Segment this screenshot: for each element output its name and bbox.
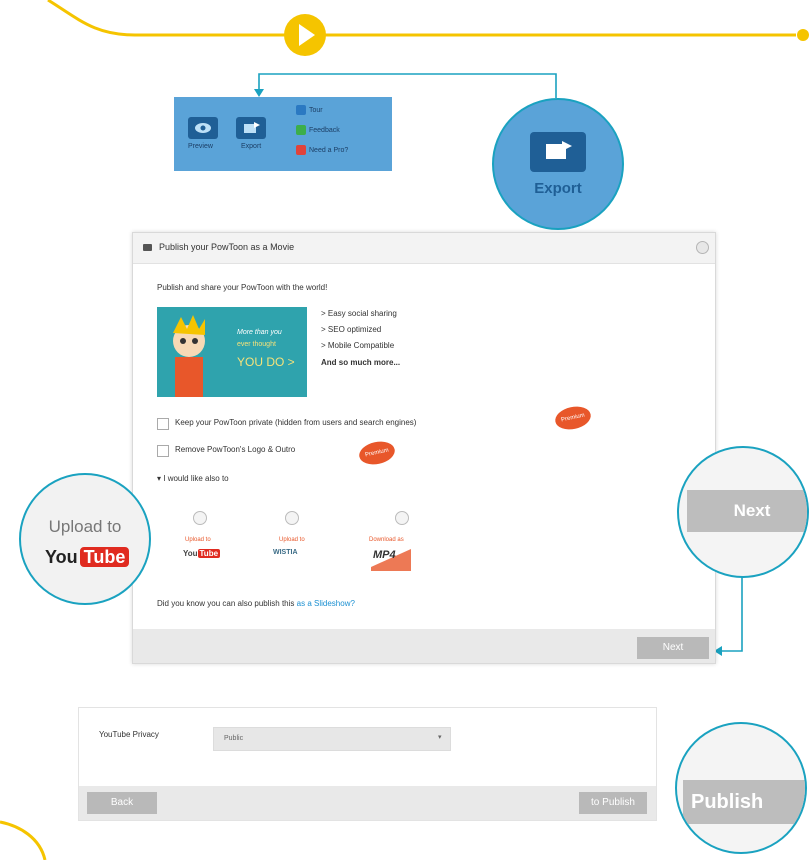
privacy-label: YouTube Privacy — [99, 730, 159, 739]
slideshow-prompt: Did you know you can also publish this a… — [157, 599, 355, 608]
privacy-selected-value: Public — [224, 735, 244, 742]
publish-dialog: Publish your PowToon as a Movie Publish … — [132, 232, 716, 664]
preview-label: Preview — [188, 143, 213, 150]
export-connector — [258, 73, 557, 98]
logo-checkbox[interactable] — [157, 445, 169, 457]
yellow-end-dot — [797, 29, 809, 41]
export-label: Export — [241, 143, 262, 150]
tour-link[interactable]: Tour — [296, 105, 323, 115]
upload-zoom-caption: Upload to — [48, 517, 122, 536]
export-button[interactable] — [236, 117, 266, 139]
dialog-footer: Next — [133, 629, 715, 663]
also-toggle[interactable]: ▾ I would like also to — [157, 474, 229, 483]
tour-icon — [296, 105, 306, 115]
promo-line-3: YOU DO > — [237, 355, 295, 369]
next-connector — [720, 573, 743, 652]
back-button[interactable]: Back — [87, 792, 157, 814]
export-zoom-label: Export — [534, 180, 582, 197]
next-button[interactable]: Next — [637, 637, 709, 659]
export-zoom-button[interactable] — [530, 132, 586, 172]
slideshow-link[interactable]: as a Slideshow? — [297, 599, 355, 608]
wistia-logo: WISTIA — [273, 549, 298, 556]
private-option-label: Keep your PowToon private (hidden from u… — [175, 418, 417, 427]
next-zoom-button[interactable]: Next — [687, 490, 807, 532]
select-arrow-icon: ▾ — [438, 734, 442, 741]
youtube-radio[interactable] — [193, 511, 207, 525]
youtube-caption: Upload to — [185, 537, 211, 543]
export-icon — [546, 141, 572, 159]
premium-badge-private: Premium — [553, 403, 593, 433]
upload-youtube-callout: Upload to You Tube — [19, 473, 151, 605]
play-icon[interactable] — [284, 14, 326, 56]
preview-button[interactable] — [188, 117, 218, 139]
cartoon-illustration — [173, 315, 205, 397]
dialog-title: Publish your PowToon as a Movie — [159, 242, 295, 252]
powtoon-toolbar: Preview Export Tour Feedback Need a Pro? — [174, 97, 392, 171]
feature-1: > Easy social sharing — [321, 309, 397, 318]
feature-2: > SEO optimized — [321, 325, 382, 334]
premium-badge-logo: Premium — [357, 438, 397, 468]
promo-image: More than you ever thought YOU DO > — [157, 307, 307, 397]
wistia-caption: Upload to — [279, 537, 305, 543]
export-arrowhead — [254, 89, 264, 97]
close-icon[interactable] — [696, 241, 709, 254]
dialog-intro: Publish and share your PowToon with the … — [157, 283, 328, 292]
feedback-icon — [296, 125, 306, 135]
dialog-title-bar: Publish your PowToon as a Movie — [133, 233, 715, 264]
private-checkbox[interactable] — [157, 418, 169, 430]
privacy-footer: Back to Publish — [79, 786, 656, 820]
promo-line-1: More than you — [237, 329, 282, 336]
film-icon — [143, 244, 152, 251]
logo-option-label: Remove PowToon's Logo & Outro — [175, 445, 296, 454]
triangle-down-icon: ▾ — [157, 474, 162, 483]
publish-zoom-button[interactable]: Publish — [683, 780, 805, 824]
publish-zoom-callout: Publish — [675, 722, 807, 854]
mp4-caption: Download as — [369, 537, 404, 543]
wistia-radio[interactable] — [285, 511, 299, 525]
mp4-logo: MP4 — [367, 545, 415, 571]
upload-zoom-youtube-logo: You Tube — [45, 547, 130, 568]
bottom-yellow-curve — [0, 820, 47, 860]
export-zoom-callout: Export — [492, 98, 624, 230]
need-pro-link[interactable]: Need a Pro? — [296, 145, 348, 155]
top-yellow-curve — [47, 0, 796, 37]
pro-icon — [296, 145, 306, 155]
feedback-link[interactable]: Feedback — [296, 125, 340, 135]
feature-4: And so much more... — [321, 358, 401, 367]
feature-3: > Mobile Compatible — [321, 341, 395, 350]
to-publish-button[interactable]: to Publish — [579, 792, 647, 814]
also-toggle-label: I would like also to — [163, 474, 229, 483]
promo-line-2: ever thought — [237, 341, 276, 348]
youtube-logo: You Tube — [183, 549, 221, 558]
mp4-radio[interactable] — [395, 511, 409, 525]
youtube-privacy-panel: YouTube Privacy Public ▾ Back to Publish — [78, 707, 657, 821]
privacy-select[interactable]: Public ▾ — [213, 727, 451, 751]
next-zoom-callout: Next — [677, 446, 809, 578]
